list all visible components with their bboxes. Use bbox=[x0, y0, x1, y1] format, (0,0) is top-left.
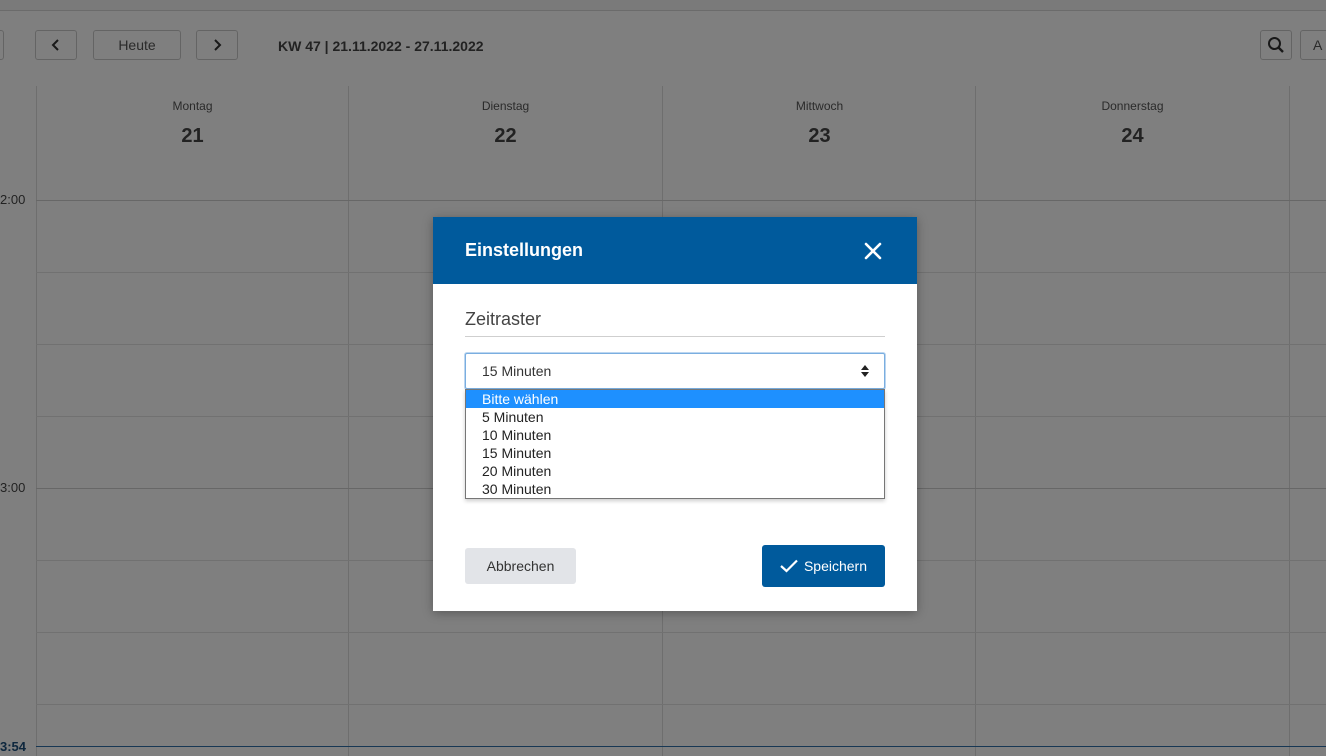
section-title: Zeitraster bbox=[465, 309, 542, 329]
select-options-list: Bitte wählen 5 Minuten 10 Minuten 15 Min… bbox=[465, 389, 885, 499]
cancel-button[interactable]: Abbrechen bbox=[465, 548, 576, 584]
save-button-label: Speichern bbox=[803, 558, 868, 574]
option-item[interactable]: 20 Minuten bbox=[466, 462, 884, 480]
section-divider bbox=[465, 336, 885, 337]
option-item[interactable]: 15 Minuten bbox=[466, 444, 884, 462]
close-icon bbox=[864, 242, 882, 260]
option-item[interactable]: 5 Minuten bbox=[466, 408, 884, 426]
time-grid-select[interactable]: 15 Minuten bbox=[465, 353, 885, 389]
option-item[interactable]: Bitte wählen bbox=[466, 390, 884, 408]
option-item[interactable]: 10 Minuten bbox=[466, 426, 884, 444]
close-button[interactable] bbox=[861, 239, 885, 263]
modal-title: Einstellungen bbox=[465, 240, 584, 260]
modal-header: Einstellungen bbox=[433, 217, 917, 284]
select-value: 15 Minuten bbox=[482, 363, 552, 379]
sort-arrows-icon bbox=[860, 364, 870, 383]
option-item[interactable]: 30 Minuten bbox=[466, 480, 884, 498]
settings-modal: Einstellungen Zeitraster 15 Minuten Bitt… bbox=[433, 217, 917, 611]
checkmark-icon bbox=[780, 559, 798, 573]
save-button[interactable]: Speichern bbox=[762, 545, 885, 587]
